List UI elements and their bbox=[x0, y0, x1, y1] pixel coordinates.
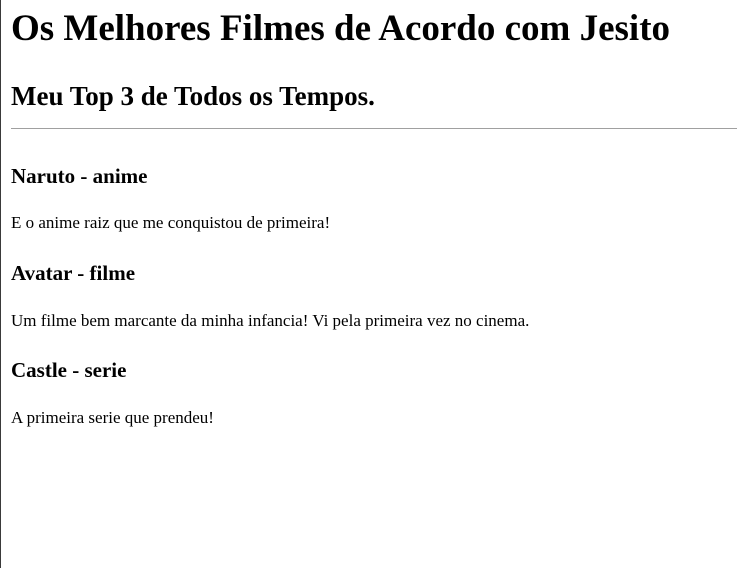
entry-description: Um filme bem marcante da minha infancia!… bbox=[11, 311, 530, 330]
entry-description: A primeira serie que prendeu! bbox=[11, 408, 214, 427]
page-subtitle: Meu Top 3 de Todos os Tempos. bbox=[11, 81, 375, 111]
entry-title: Naruto - anime bbox=[11, 164, 148, 188]
entry-title: Castle - serie bbox=[11, 358, 127, 382]
entry-title: Avatar - filme bbox=[11, 261, 136, 285]
page-title: Os Melhores Filmes de Acordo com Jesito bbox=[11, 8, 671, 49]
entry-description: E o anime raiz que me conquistou de prim… bbox=[11, 213, 331, 232]
divider bbox=[11, 128, 737, 129]
window-left-edge bbox=[0, 0, 1, 568]
